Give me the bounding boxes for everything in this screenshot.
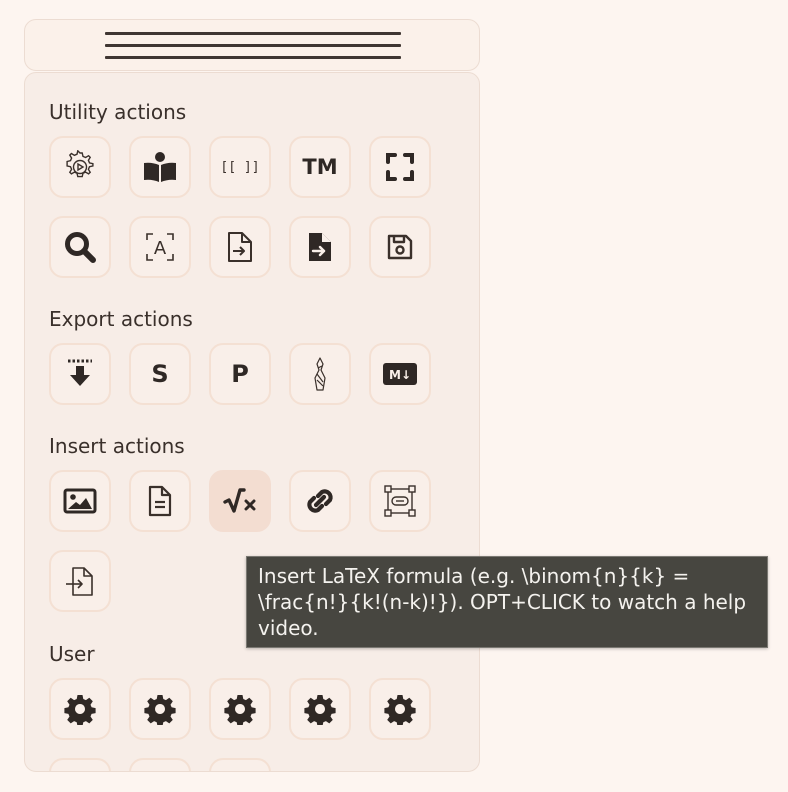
gear-icon	[224, 695, 256, 725]
trademark-icon: TM	[302, 155, 338, 179]
ocr-text-icon: A	[146, 233, 174, 261]
user-script-button-2[interactable]	[129, 678, 191, 740]
excalidraw-export-icon	[314, 357, 326, 391]
export-markdown-button[interactable]: M↓	[369, 343, 431, 405]
file-import-icon	[228, 232, 252, 262]
insert-embed-button[interactable]	[369, 470, 431, 532]
book-reader-icon	[144, 152, 176, 182]
insert-image-button[interactable]	[49, 470, 111, 532]
brackets-icon: [[ ]]	[220, 159, 260, 175]
trademark-button[interactable]: TM	[289, 136, 351, 198]
export-svg-button[interactable]: S	[129, 343, 191, 405]
link-icon	[307, 489, 333, 513]
export-file-button[interactable]	[289, 216, 351, 278]
gear-icon	[384, 695, 416, 725]
download-icon	[68, 359, 92, 386]
import-file-button[interactable]	[209, 216, 271, 278]
user-script-button-6[interactable]	[49, 758, 111, 771]
user-script-button-5[interactable]	[369, 678, 431, 740]
svg-text:A: A	[154, 238, 167, 259]
gear-icon	[64, 695, 96, 725]
insert-file-button[interactable]	[49, 550, 111, 612]
tools-panel: Utility actions [[ ]] TM A Export action…	[24, 72, 480, 772]
export-excalidraw-button[interactable]	[289, 343, 351, 405]
fullscreen-icon	[386, 153, 414, 181]
image-icon	[63, 488, 97, 514]
export-actions-title: Export actions	[49, 307, 193, 331]
gear-icon	[144, 695, 176, 725]
latex-formula-icon	[223, 488, 256, 513]
user-script-button-4[interactable]	[289, 678, 351, 740]
book-reader-button[interactable]	[129, 136, 191, 198]
user-section-title: User	[49, 642, 95, 666]
file-export-icon	[309, 233, 331, 261]
insert-document-button[interactable]	[129, 470, 191, 532]
wiki-link-button[interactable]: [[ ]]	[209, 136, 271, 198]
insert-latex-button[interactable]	[209, 470, 271, 532]
png-export-icon: P	[231, 360, 249, 388]
insert-file-icon	[66, 567, 93, 596]
save-icon	[387, 234, 413, 260]
svg-export-icon: S	[151, 360, 169, 388]
latex-tooltip: Insert LaTeX formula (e.g. \binom{n}{k} …	[246, 556, 768, 648]
export-png-button[interactable]: P	[209, 343, 271, 405]
user-script-button-8[interactable]	[209, 758, 271, 771]
fullscreen-button[interactable]	[369, 136, 431, 198]
panel-drag-handle[interactable]	[24, 19, 480, 71]
ocr-button[interactable]: A	[129, 216, 191, 278]
gear-play-button[interactable]	[49, 136, 111, 198]
save-button[interactable]	[369, 216, 431, 278]
download-button[interactable]	[49, 343, 111, 405]
drag-handle-icon	[105, 32, 401, 60]
embed-icon	[384, 485, 416, 517]
gear-play-icon	[66, 150, 94, 178]
user-script-button-1[interactable]	[49, 678, 111, 740]
utility-actions-title: Utility actions	[49, 100, 187, 124]
search-button[interactable]	[49, 216, 111, 278]
markdown-icon: M↓	[383, 363, 417, 385]
gear-icon	[304, 695, 336, 725]
svg-text:M↓: M↓	[389, 368, 411, 382]
document-icon	[148, 485, 172, 517]
search-icon	[65, 232, 96, 263]
user-script-button-3[interactable]	[209, 678, 271, 740]
insert-actions-title: Insert actions	[49, 434, 185, 458]
user-script-button-7[interactable]	[129, 758, 191, 771]
insert-link-button[interactable]	[289, 470, 351, 532]
